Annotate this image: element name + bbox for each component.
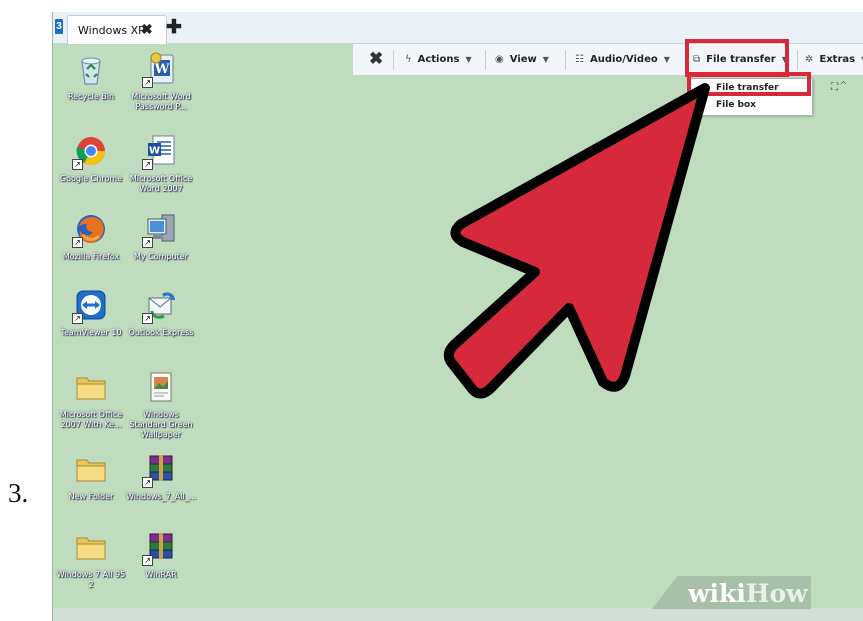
word-2007-icon: W ↗ [142, 134, 178, 170]
toolbar-divider [797, 50, 798, 70]
desktop-icon-word-password[interactable]: W ↗ Microsoft Word Password P... [126, 52, 196, 112]
desktop-icon-label: Microsoft Office Word 2007 [129, 174, 193, 193]
session-tab-label: Windows XP [78, 24, 145, 37]
desktop-icon-label: WinRAR [145, 570, 177, 579]
chrome-icon: ↗ [72, 134, 108, 170]
wikihow-step-image: 3. 3 Windows XP ✖ ✚ ✖ ϟ Actions ▼ ◉ View ▼ ☷… [0, 0, 863, 621]
desktop-icon-teamviewer[interactable]: ↗ TeamViewer 10 [56, 288, 126, 338]
tools-icon: ✲ [805, 54, 814, 65]
shortcut-arrow-icon: ↗ [142, 77, 153, 88]
desktop-icon-office-2007-folder[interactable]: Microsoft Office 2007 With Ke... [56, 370, 126, 430]
add-tab-icon[interactable]: ✚ [166, 16, 182, 39]
desktop-icon-label: Google Chrome [59, 174, 123, 183]
watermark-wiki: wiki [688, 579, 746, 608]
firefox-icon: ↗ [72, 212, 108, 248]
desktop-icon-google-chrome[interactable]: ↗ Google Chrome [56, 134, 126, 184]
desktop-icon-label: Microsoft Word Password P... [131, 92, 191, 111]
desktop-icon-winrar[interactable]: ↗ WinRAR [126, 530, 196, 580]
shortcut-arrow-icon: ↗ [142, 313, 153, 324]
shortcut-arrow-icon: ↗ [72, 313, 83, 324]
shortcut-arrow-icon: ↗ [142, 555, 153, 566]
wikihow-watermark: wikiHow [688, 579, 808, 608]
chevron-down-icon: ▼ [542, 55, 549, 64]
winrar-archive-icon: ↗ [142, 452, 178, 488]
chevron-down-icon: ▼ [663, 55, 670, 64]
shortcut-arrow-icon: ↗ [142, 477, 153, 488]
shortcut-arrow-icon: ↗ [142, 159, 153, 170]
desktop-icon-label: Mozilla Firefox [62, 252, 120, 261]
taskbar [53, 608, 863, 621]
audio-video-label: Audio/Video [589, 54, 658, 65]
window-mode-icons[interactable]: ⛶ ⌃ [831, 82, 846, 93]
desktop-icon-label: Microsoft Office 2007 With Ke... [59, 410, 123, 429]
desktop-icon-mozilla-firefox[interactable]: ↗ Mozilla Firefox [56, 212, 126, 262]
view-label: View [509, 54, 537, 65]
pointer-arrow-icon [443, 83, 710, 399]
watermark-how: How [745, 579, 808, 608]
desktop-icon-word-2007[interactable]: W ↗ Microsoft Office Word 2007 [126, 134, 196, 194]
desktop-icon-label: New Folder [68, 492, 114, 501]
folder-icon [74, 370, 108, 404]
svg-text:W: W [154, 62, 170, 77]
teamviewer-app-icon: 3 [55, 19, 63, 34]
chevron-down-icon: ▼ [465, 55, 472, 64]
toolbar-divider [485, 50, 486, 70]
recycle-bin-icon [74, 52, 108, 86]
shortcut-arrow-icon: ↗ [72, 159, 83, 170]
remote-desktop-screen: 3 Windows XP ✖ ✚ ✖ ϟ Actions ▼ ◉ View ▼ ☷ Aud… [52, 12, 863, 621]
folder-icon [74, 530, 108, 564]
eye-icon: ◉ [495, 54, 504, 65]
desktop-icon-label: Recycle Bin [67, 92, 115, 101]
image-file-icon [144, 370, 178, 404]
outlook-express-icon: ↗ [142, 288, 178, 324]
close-session-icon[interactable]: ✖ [369, 49, 383, 69]
desktop-icon-my-computer[interactable]: ↗ My Computer [126, 212, 196, 262]
extras-button[interactable]: ✲Extras▼ [805, 54, 863, 65]
shortcut-arrow-icon: ↗ [142, 237, 153, 248]
view-button[interactable]: ◉ View ▼ [495, 54, 549, 65]
desktop-icon-windows-7-archive[interactable]: ↗ Windows_7_All_... [126, 452, 196, 502]
lightning-icon: ϟ [405, 54, 412, 65]
desktop-icon-label: Outlook Express [128, 328, 194, 337]
close-tab-icon[interactable]: ✖ [141, 21, 153, 38]
desktop-icon-label: Windows 7 All 95 2 [56, 570, 126, 589]
teamviewer-icon: ↗ [72, 288, 108, 324]
step-number: 3. [8, 478, 29, 508]
toolbar-divider [393, 50, 394, 70]
desktop-icon-label: TeamViewer 10 [60, 328, 122, 337]
actions-button[interactable]: ϟ Actions ▼ [405, 54, 472, 65]
extras-label: Extras [819, 54, 856, 65]
desktop-icon-label: Windows Standard Green Wallpaper [129, 410, 193, 439]
word-document-icon: W ↗ [142, 52, 178, 88]
chat-bubbles-icon: ☷ [575, 54, 584, 65]
desktop-icon-green-wallpaper[interactable]: Windows Standard Green Wallpaper [126, 370, 196, 440]
desktop-icon-label: Windows_7_All_... [126, 492, 197, 501]
desktop-icon-new-folder[interactable]: New Folder [56, 452, 126, 502]
desktop-icon-label: My Computer [134, 252, 188, 261]
my-computer-icon: ↗ [142, 212, 178, 248]
toolbar-divider [565, 50, 566, 70]
actions-label: Actions [417, 54, 460, 65]
shortcut-arrow-icon: ↗ [72, 237, 83, 248]
svg-text:W: W [149, 146, 160, 157]
desktop-icon-outlook-express[interactable]: ↗ Outlook Express [126, 288, 196, 338]
desktop-icon-windows-7-folder[interactable]: Windows 7 All 95 2 [56, 530, 126, 590]
session-tab[interactable]: Windows XP ✖ [67, 15, 167, 44]
folder-icon [74, 452, 108, 486]
audio-video-button[interactable]: ☷ Audio/Video ▼ [575, 54, 670, 65]
desktop-icon-recycle-bin[interactable]: Recycle Bin [56, 52, 126, 102]
winrar-icon: ↗ [142, 530, 178, 566]
